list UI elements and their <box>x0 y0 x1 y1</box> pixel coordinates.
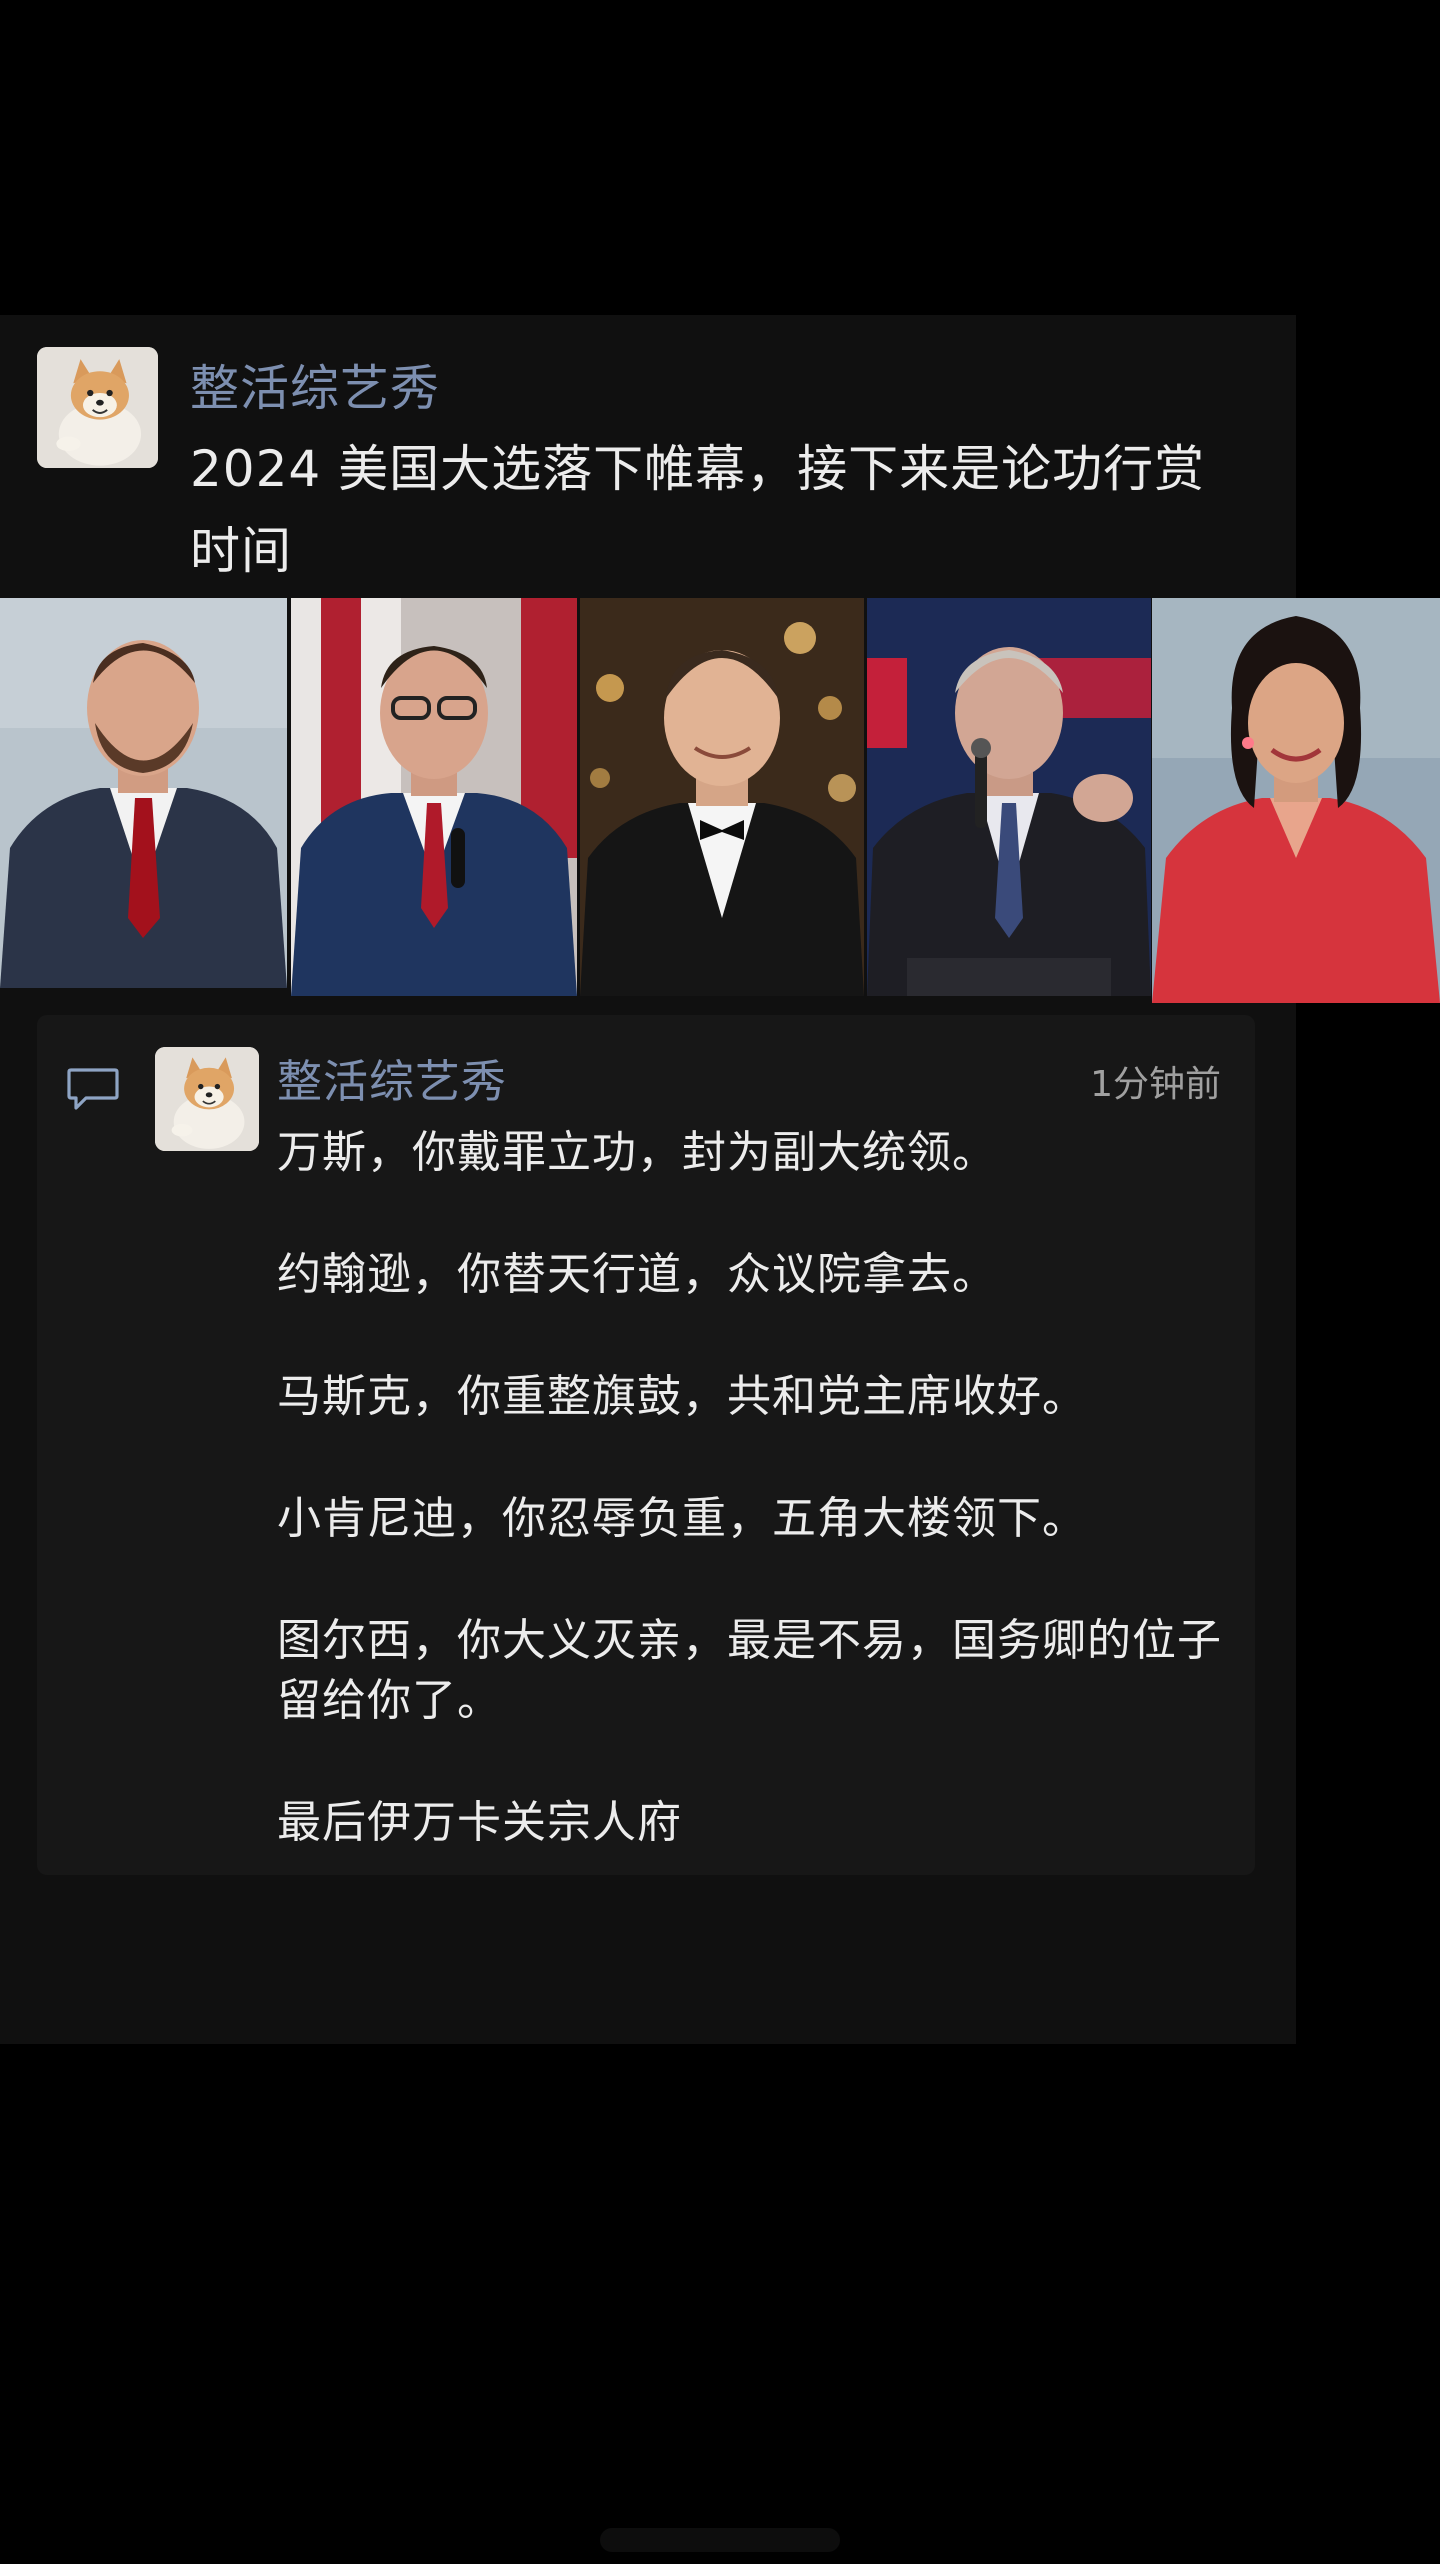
comment-line: 小肯尼迪，你忍辱负重，五角大楼领下。 <box>277 1493 1087 1544</box>
comment-icon[interactable] <box>66 1066 120 1112</box>
person-3-photo[interactable] <box>580 598 864 996</box>
comment-line: 万斯，你戴罪立功，封为副大统领。 <box>277 1127 997 1178</box>
shiba-dog-icon <box>37 347 158 468</box>
comment-line: 最后伊万卡关宗人府 <box>277 1797 682 1848</box>
comment-body: 万斯，你戴罪立功，封为副大统领。 约翰逊，你替天行道，众议院拿去。 马斯克，你重… <box>277 1123 1227 1853</box>
post-text: 2024 美国大选落下帷幕，接下来是论功行赏时间 <box>190 440 1206 580</box>
post-author-name[interactable]: 整活综艺秀 <box>190 349 440 420</box>
comment-box: 整活综艺秀 1分钟前 万斯，你戴罪立功，封为副大统领。 约翰逊，你替天行道，众议… <box>37 1015 1255 1875</box>
person-2-photo[interactable] <box>291 598 577 996</box>
person-4-photo[interactable] <box>867 598 1151 996</box>
post-author-avatar[interactable] <box>37 347 158 468</box>
watermark <box>600 2520 840 2560</box>
shiba-dog-icon <box>155 1047 259 1151</box>
comment-author-name[interactable]: 整活综艺秀 <box>277 1045 507 1110</box>
comment-timestamp: 1分钟前 <box>1090 1064 1221 1105</box>
photo-strip <box>0 598 1440 1008</box>
person-1-photo[interactable] <box>0 598 287 988</box>
comment-line: 约翰逊，你替天行道，众议院拿去。 <box>277 1249 997 1300</box>
comment-line: 图尔西，你大义灭亲，最是不易，国务卿的位子留给你了。 <box>277 1615 1222 1726</box>
comment-line: 马斯克，你重整旗鼓，共和党主席收好。 <box>277 1371 1087 1422</box>
comment-author-avatar[interactable] <box>155 1047 259 1151</box>
person-5-photo[interactable] <box>1152 598 1440 1003</box>
